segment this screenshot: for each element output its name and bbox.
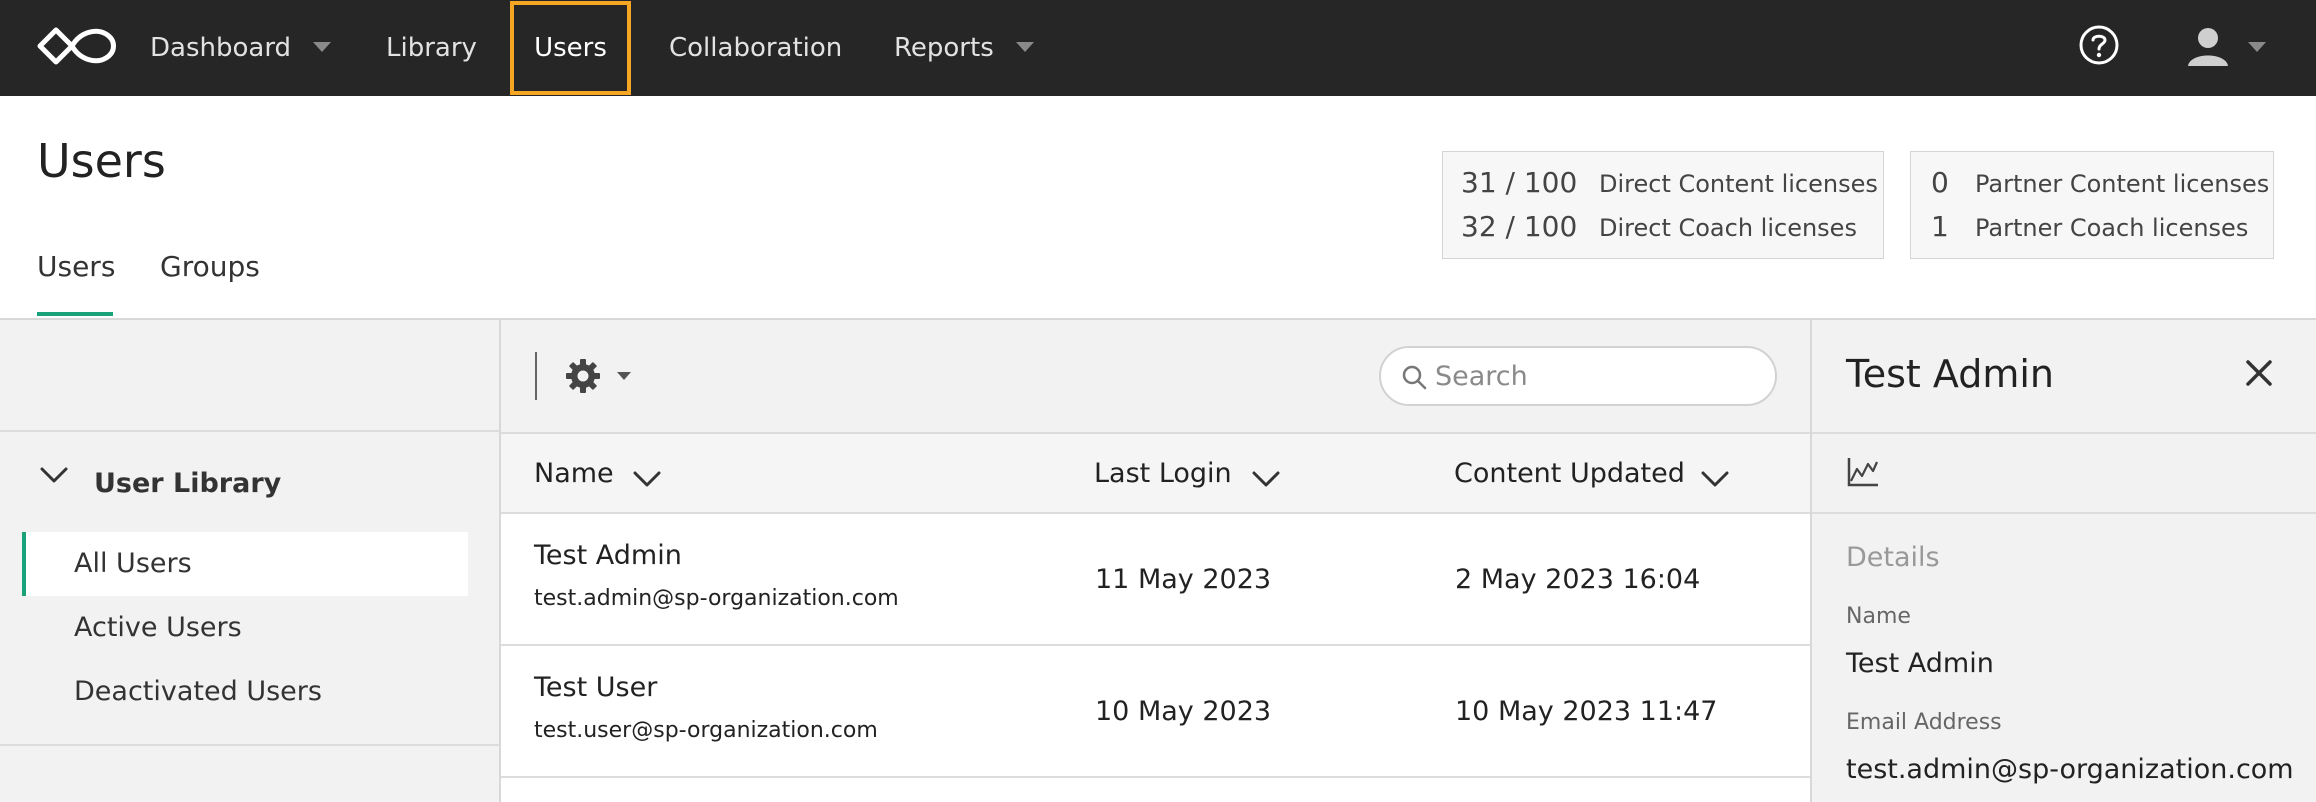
sidebar-item-all-users[interactable]: All Users	[22, 532, 468, 596]
field-value-name: Test Admin	[1846, 648, 1994, 679]
nav-library[interactable]: Library	[386, 0, 477, 96]
divider	[1812, 432, 2316, 434]
license-label: Partner Coach licenses	[1975, 214, 2249, 242]
table-header: Name Last Login Content Updated	[501, 432, 1810, 514]
column-header-name[interactable]: Name	[534, 458, 614, 489]
search-icon	[1402, 365, 1427, 390]
nav-users[interactable]: Users	[510, 1, 631, 95]
user-name: Test Admin	[534, 540, 682, 571]
chevron-down-icon[interactable]	[1252, 470, 1280, 488]
sidebar-item-active-users[interactable]: Active Users	[22, 596, 468, 660]
table-row[interactable]: Test Admin test.admin@sp-organization.co…	[501, 514, 1810, 646]
divider	[1812, 512, 2316, 514]
user-detail-panel: Test Admin Details Name Test Admin Email…	[1810, 320, 2316, 802]
license-label: Partner Content licenses	[1975, 170, 2270, 198]
chevron-down-icon[interactable]	[617, 372, 631, 380]
search-box[interactable]	[1379, 346, 1777, 406]
chevron-down-icon	[1015, 41, 1034, 52]
content-updated-value: 10 May 2023 11:47	[1455, 696, 1718, 727]
license-count: 0	[1931, 166, 1949, 199]
divider	[0, 744, 499, 746]
content-updated-value: 2 May 2023 16:04	[1455, 564, 1701, 595]
toolbar	[501, 320, 1810, 432]
activity-chart-icon[interactable]	[1846, 456, 1880, 488]
sidebar: User Library All Users Active Users Deac…	[0, 320, 501, 802]
chevron-down-icon	[313, 41, 332, 52]
help-icon[interactable]	[2078, 24, 2120, 66]
details-section-heading: Details	[1846, 542, 1940, 573]
close-icon[interactable]	[2244, 358, 2274, 388]
chevron-down-icon[interactable]	[633, 470, 661, 488]
nav-reports[interactable]: Reports	[894, 0, 1034, 96]
chevron-down-icon[interactable]	[2248, 42, 2266, 52]
active-tab-indicator	[37, 312, 113, 316]
license-label: Direct Coach licenses	[1599, 214, 1857, 242]
nav-dashboard[interactable]: Dashboard	[150, 0, 332, 96]
field-label-name: Name	[1846, 604, 1911, 629]
last-login-value: 11 May 2023	[1095, 564, 1272, 595]
infinity-logo-icon[interactable]	[36, 22, 120, 70]
column-header-content-updated[interactable]: Content Updated	[1454, 458, 1685, 489]
license-label: Direct Content licenses	[1599, 170, 1878, 198]
field-value-email: test.admin@sp-organization.com	[1846, 754, 2294, 785]
sidebar-heading-user-library[interactable]: User Library	[94, 468, 281, 499]
column-header-last-login[interactable]: Last Login	[1094, 458, 1232, 489]
direct-licenses-box: 31 / 100 Direct Content licenses 32 / 10…	[1442, 151, 1884, 259]
field-label-email: Email Address	[1846, 710, 2002, 735]
nav-collaboration[interactable]: Collaboration	[669, 0, 842, 96]
user-name: Test User	[534, 672, 658, 703]
toolbar-separator	[535, 352, 537, 400]
user-email: test.user@sp-organization.com	[534, 718, 878, 743]
sidebar-item-deactivated-users[interactable]: Deactivated Users	[22, 660, 468, 724]
table-row[interactable]: Test User test.user@sp-organization.com …	[501, 646, 1810, 778]
top-navigation-bar: Dashboard Library Users Collaboration Re…	[0, 0, 2316, 96]
nav-reports-label: Reports	[894, 33, 994, 63]
gear-icon[interactable]	[565, 358, 601, 394]
license-count: 1	[1931, 210, 1949, 243]
nav-dashboard-label: Dashboard	[150, 33, 292, 63]
user-email: test.admin@sp-organization.com	[534, 586, 899, 611]
divider	[0, 430, 499, 432]
user-avatar-icon[interactable]	[2186, 24, 2230, 68]
license-count: 32 / 100	[1461, 210, 1578, 243]
partner-licenses-box: 0 Partner Content licenses 1 Partner Coa…	[1910, 151, 2274, 259]
panel-title: Test Admin	[1846, 352, 2055, 396]
tab-groups[interactable]: Groups	[160, 250, 260, 283]
license-count: 31 / 100	[1461, 166, 1578, 199]
tab-users[interactable]: Users	[37, 250, 115, 283]
chevron-down-icon[interactable]	[1701, 470, 1729, 488]
last-login-value: 10 May 2023	[1095, 696, 1272, 727]
chevron-down-icon[interactable]	[40, 466, 68, 484]
page-title: Users	[37, 134, 166, 188]
search-input[interactable]	[1435, 356, 1755, 396]
